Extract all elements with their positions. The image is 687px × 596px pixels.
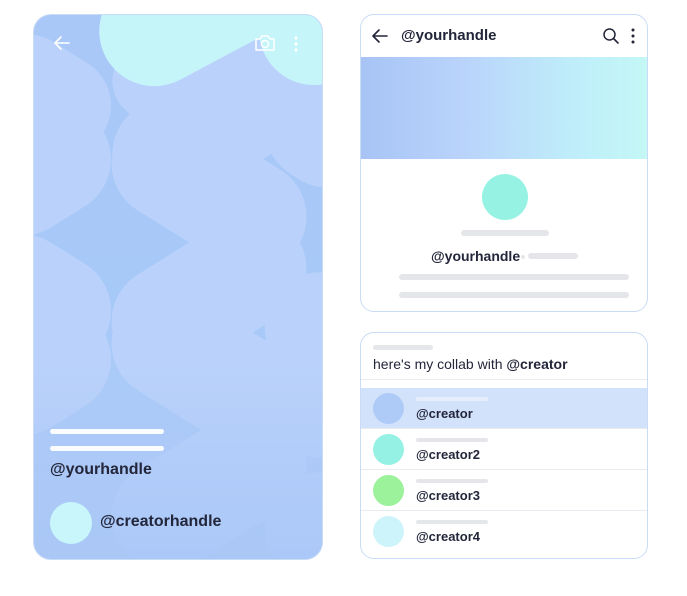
divider: [361, 379, 647, 380]
suggestion-avatar: [373, 434, 404, 465]
story-author-handle[interactable]: @yourhandle: [50, 461, 152, 479]
profile-title: @yourhandle: [401, 27, 497, 44]
suggestion-name: @creator4: [416, 529, 480, 544]
mention-suggestion-item[interactable]: @creator2: [361, 429, 647, 470]
profile-avatar[interactable]: [482, 174, 528, 220]
name-placeholder: [461, 230, 549, 236]
meta-placeholder: [528, 253, 578, 259]
story-preview: @yourhandle @creatorhandle: [33, 14, 323, 560]
profile-banner: [361, 57, 647, 159]
separator-dot: [521, 255, 525, 259]
suggestion-subtitle-placeholder: [416, 438, 488, 442]
comment-mention: @creator: [506, 356, 568, 372]
mention-suggestion-item[interactable]: @creator: [361, 388, 647, 429]
creator-handle[interactable]: @creatorhandle: [100, 513, 221, 531]
suggestion-subtitle-placeholder: [416, 479, 488, 483]
bio-placeholder-line: [399, 274, 629, 280]
suggestion-name: @creator2: [416, 447, 480, 462]
comment-text: here's my collab with: [373, 356, 507, 372]
profile-card: @yourhandle @yourhandle: [360, 14, 648, 312]
suggestion-subtitle-placeholder: [416, 397, 488, 401]
mention-suggestion-item[interactable]: @creator3: [361, 470, 647, 511]
back-arrow-icon[interactable]: [371, 27, 389, 45]
more-vertical-icon[interactable]: [629, 27, 637, 45]
mention-suggestion-list: @creator @creator2 @creator3 @creator4: [361, 388, 647, 552]
commenter-placeholder: [373, 345, 433, 350]
caption-placeholder-line: [50, 429, 164, 434]
suggestion-avatar: [373, 516, 404, 547]
more-vertical-icon[interactable]: [291, 34, 301, 54]
back-arrow-icon[interactable]: [52, 33, 72, 53]
search-icon[interactable]: [602, 27, 620, 45]
profile-header: @yourhandle: [361, 15, 647, 57]
mention-card: here's my collab with @creator @creator …: [360, 332, 648, 559]
suggestion-name: @creator3: [416, 488, 480, 503]
comment-input[interactable]: here's my collab with @creator: [373, 356, 568, 372]
suggestion-name: @creator: [416, 406, 473, 421]
suggestion-avatar: [373, 475, 404, 506]
profile-handle: @yourhandle: [431, 248, 521, 264]
mention-suggestion-item[interactable]: @creator4: [361, 511, 647, 552]
caption-placeholder-line: [50, 446, 164, 451]
suggestion-subtitle-placeholder: [416, 520, 488, 524]
bio-placeholder-line: [399, 292, 629, 298]
creator-avatar[interactable]: [50, 502, 92, 544]
suggestion-avatar: [373, 393, 404, 424]
camera-icon[interactable]: [254, 33, 276, 53]
